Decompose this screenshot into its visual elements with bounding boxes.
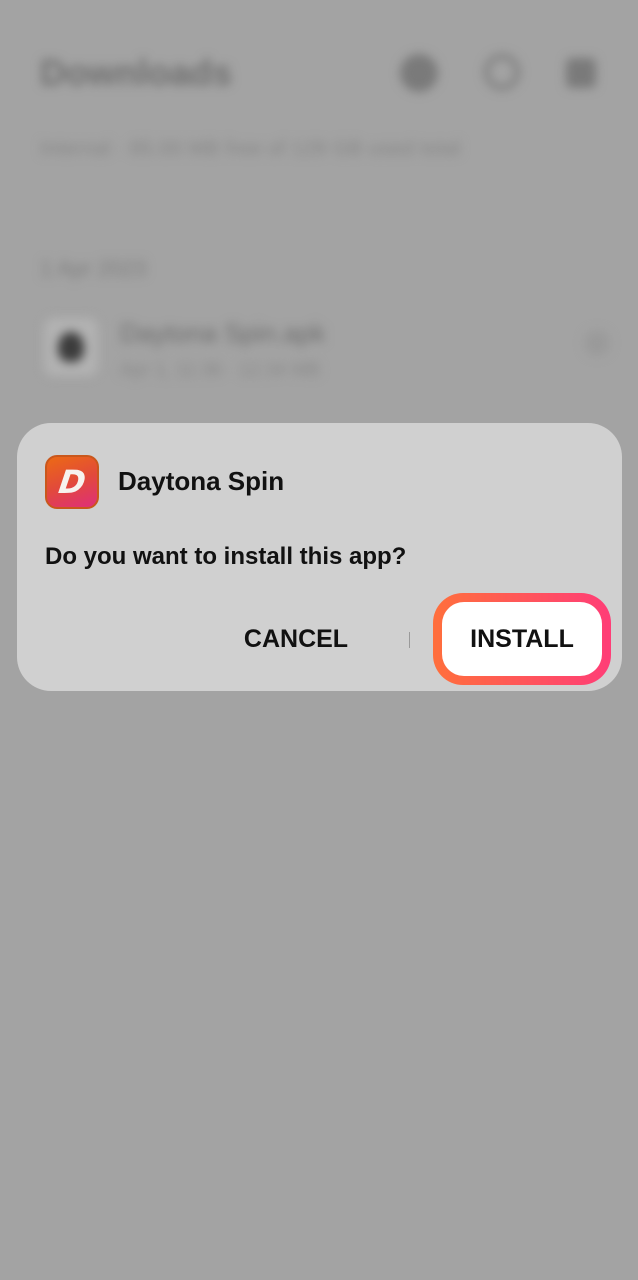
chevron-icon xyxy=(584,330,610,356)
background-page-title: Downloads xyxy=(40,52,233,93)
install-button[interactable]: INSTALL xyxy=(442,602,602,676)
android-icon xyxy=(44,318,98,376)
background-file-meta: Apr 1, 11:36 · 12.34 MB xyxy=(120,360,321,381)
button-divider xyxy=(409,632,410,648)
install-question: Do you want to install this app? xyxy=(45,543,407,570)
background-storage-info: Internal · 85.00 MB free of 128 GB used … xyxy=(40,138,461,160)
app-name: Daytona Spin xyxy=(118,466,285,496)
android-icon-shape xyxy=(58,332,84,362)
cancel-button[interactable]: CANCEL xyxy=(231,619,361,659)
install-button-highlight: INSTALL xyxy=(433,593,611,685)
background-file-name: Daytona Spin.apk xyxy=(120,318,326,348)
more-icon xyxy=(566,58,596,88)
background-date-section: 1 Apr 2023 xyxy=(40,256,147,281)
install-dialog: D Daytona Spin Do you want to install th… xyxy=(17,423,622,691)
app-icon: D xyxy=(45,455,99,509)
gear-icon xyxy=(400,54,438,92)
search-icon xyxy=(484,54,520,90)
app-icon-letter: D xyxy=(56,463,88,501)
